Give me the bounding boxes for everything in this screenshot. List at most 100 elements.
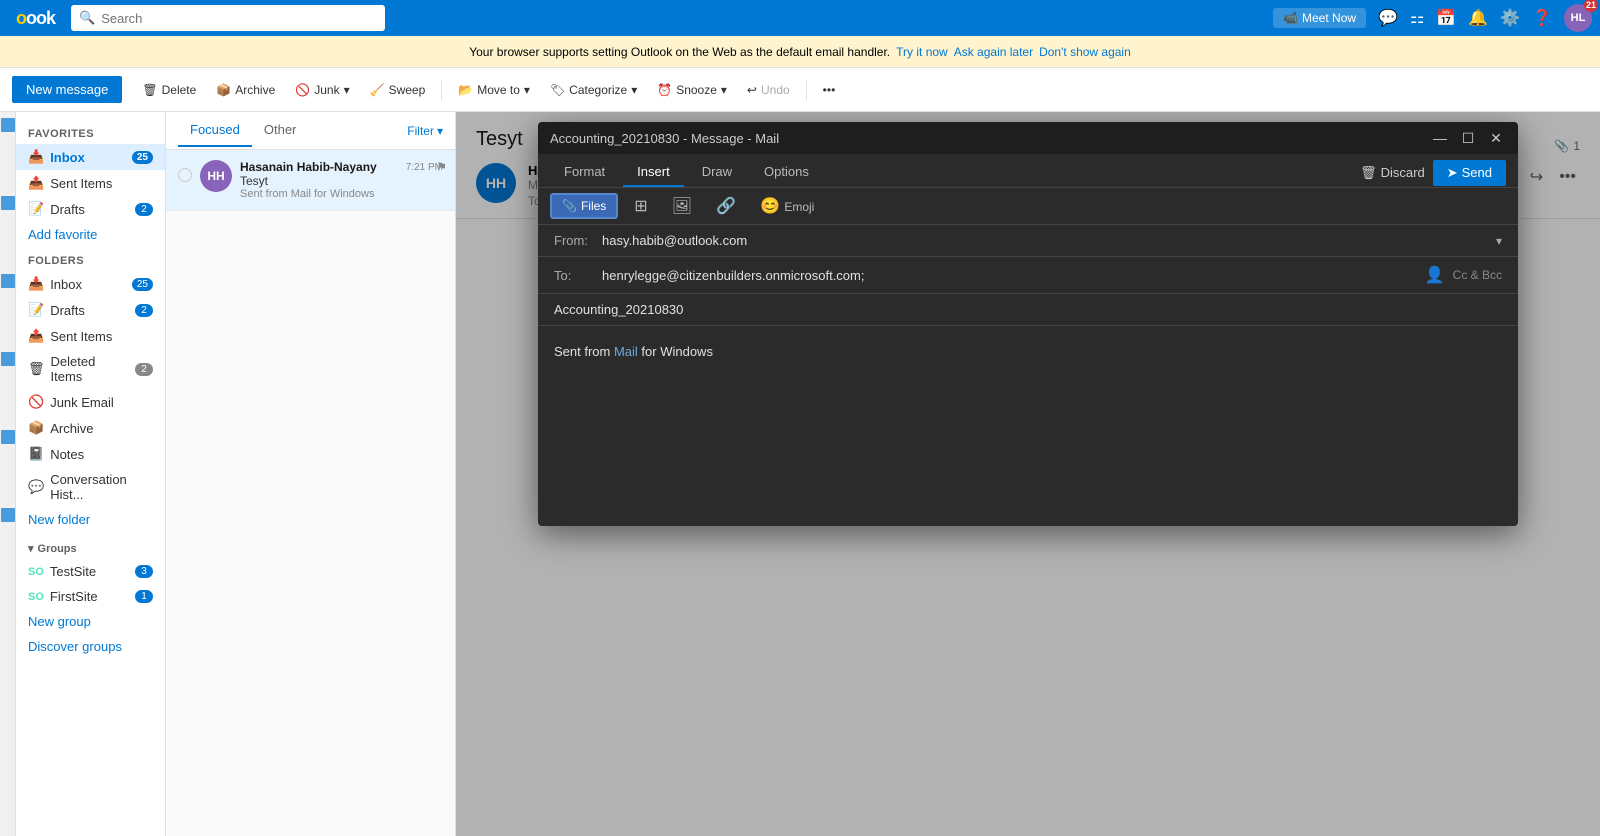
testsite-badge: 3 [135,565,153,578]
archive-icon: 📦 [216,83,231,97]
body-suffix: for Windows [638,344,713,359]
send-button[interactable]: ➤ Send [1433,160,1506,186]
sidebar-item-firstsite[interactable]: SO FirstSite 1 [16,584,165,609]
emoji-icon-btn[interactable]: 😊 Emoji [752,192,822,220]
move-to-button[interactable]: 📂 Move to ▾ [450,79,538,101]
user-avatar[interactable]: HL 21 [1564,4,1592,32]
undo-icon: ↩ [747,83,757,97]
search-input[interactable] [101,11,377,26]
bell-icon-btn[interactable]: 🔔 [1468,8,1488,28]
link-icon-btn[interactable]: 🔗 [708,192,744,220]
strip-icon-4 [1,352,15,366]
filter-button[interactable]: Filter ▾ [407,124,443,138]
calendar-icon-btn[interactable]: 📅 [1436,8,1456,28]
delete-button[interactable]: 🗑 Delete [134,79,204,101]
maximize-button[interactable]: ☐ [1458,128,1478,148]
minimize-button[interactable]: — [1430,128,1450,148]
tab-format[interactable]: Format [550,158,619,187]
tab-options[interactable]: Options [750,158,823,187]
table-icon-btn[interactable]: ⊞ [626,192,655,220]
delete-icon: 🗑 [142,83,157,97]
email-from: Hasanain Habib-Nayany [240,160,377,174]
to-input[interactable] [602,268,1417,283]
strip-icon-2 [1,196,15,210]
new-folder-link[interactable]: New folder [16,507,165,532]
notes-icon: 📓 [28,446,44,462]
sidebar-item-junk[interactable]: 🚫 Junk Email [16,389,165,415]
chevron-down-icon: ▾ [631,83,637,97]
compose-text-area[interactable]: Sent from Mail for Windows [538,326,1518,526]
sidebar-item-testsite[interactable]: SO TestSite 3 [16,559,165,584]
try-now-link[interactable]: Try it now [896,45,948,59]
tab-other[interactable]: Other [252,114,309,147]
files-icon: 📎 [562,199,577,213]
strip-icon-3 [1,274,15,288]
discard-button[interactable]: 🗑 Discard [1360,160,1425,186]
subject-input[interactable] [554,302,1502,317]
image-icon-btn[interactable]: 🖼 [664,192,700,220]
email-subject: Tesyt [240,174,443,188]
tab-insert[interactable]: Insert [623,158,684,187]
grid-icon-btn[interactable]: ⚏ [1410,8,1424,28]
drafts-folder-icon: 📝 [28,302,44,318]
chevron-down-icon: ▾ [344,83,350,97]
mail-link[interactable]: Mail [614,344,638,359]
new-group-link[interactable]: New group [16,609,165,634]
new-message-button[interactable]: New message [12,76,122,103]
compose-titlebar: Accounting_20210830 - Message - Mail — ☐… [538,122,1518,154]
sidebar-item-conversation[interactable]: 💬 Conversation Hist... [16,467,165,507]
email-content: Hasanain Habib-Nayany 7:21 PM Tesyt Sent… [240,160,443,200]
sidebar-item-archive[interactable]: 📦 Archive [16,415,165,441]
junk-button[interactable]: 🚫 Junk ▾ [287,79,357,101]
sent-folder-icon: 📤 [28,328,44,344]
sidebar-item-sent[interactable]: 📤 Sent Items [16,170,165,196]
sidebar-item-folders-drafts[interactable]: 📝 Drafts 2 [16,297,165,323]
categorize-button[interactable]: 🏷 Categorize ▾ [542,79,645,101]
body-text: Sent from [554,344,614,359]
sidebar-item-folders-deleted[interactable]: 🗑 Deleted Items 2 [16,349,165,389]
chat-icon-btn[interactable]: 💬 [1378,8,1398,28]
to-label: To: [554,268,594,283]
sidebar: Favorites 📥 Inbox 25 📤 Sent Items 📝 Draf… [16,112,166,836]
sidebar-item-inbox[interactable]: 📥 Inbox 25 [16,144,165,170]
chevron-down-icon: ▾ [28,542,34,555]
from-input[interactable] [602,233,1488,248]
search-box[interactable]: 🔍 [71,5,385,31]
compose-window: Accounting_20210830 - Message - Mail — ☐… [538,122,1518,526]
add-favorite-link[interactable]: Add favorite [16,222,165,247]
discover-groups-link[interactable]: Discover groups [16,634,165,659]
sweep-button[interactable]: 🧹 Sweep [362,79,434,101]
sidebar-item-drafts[interactable]: 📝 Drafts 2 [16,196,165,222]
cc-bcc-button[interactable]: Cc & Bcc [1453,268,1502,282]
sidebar-item-notes[interactable]: 📓 Notes [16,441,165,467]
inbox-icon: 📥 [28,149,44,165]
email-view: Tesyt 📎 1 HH Hasanain Habib-Nayany <hasy… [456,112,1600,836]
files-button[interactable]: 📎 Files [550,193,618,219]
more-options-button[interactable]: ••• [815,79,844,101]
sidebar-item-folders-inbox[interactable]: 📥 Inbox 25 [16,271,165,297]
snooze-button[interactable]: ⏰ Snooze ▾ [649,79,735,101]
archive-button[interactable]: 📦 Archive [208,79,283,101]
email-item[interactable]: HH Hasanain Habib-Nayany 7:21 PM Tesyt S… [166,150,455,211]
icon-strip [0,112,16,836]
tab-focused[interactable]: Focused [178,114,252,147]
close-button[interactable]: ✕ [1486,128,1506,148]
settings-icon-btn[interactable]: ⚙️ [1500,8,1520,28]
people-icon[interactable]: 👤 [1425,265,1445,285]
email-select-circle[interactable] [178,168,192,182]
strip-icon-1 [1,118,15,132]
from-dropdown-icon[interactable]: ▾ [1496,234,1502,248]
undo-button[interactable]: ↩ Undo [739,79,798,101]
sent-icon: 📤 [28,175,44,191]
dont-show-link[interactable]: Don't show again [1039,45,1131,59]
compose-to-field: To: 👤 Cc & Bcc [538,257,1518,294]
notification-badge: 21 [1584,0,1598,12]
tab-draw[interactable]: Draw [688,158,746,187]
help-icon-btn[interactable]: ❓ [1532,8,1552,28]
ask-later-link[interactable]: Ask again later [954,45,1033,59]
meet-now-button[interactable]: 📹 Meet Now [1273,8,1366,28]
compose-body: From: ▾ To: 👤 Cc & Bcc Sent from M [538,225,1518,526]
sidebar-item-folders-sent[interactable]: 📤 Sent Items [16,323,165,349]
move-icon: 📂 [458,83,473,97]
conversation-icon: 💬 [28,479,44,495]
